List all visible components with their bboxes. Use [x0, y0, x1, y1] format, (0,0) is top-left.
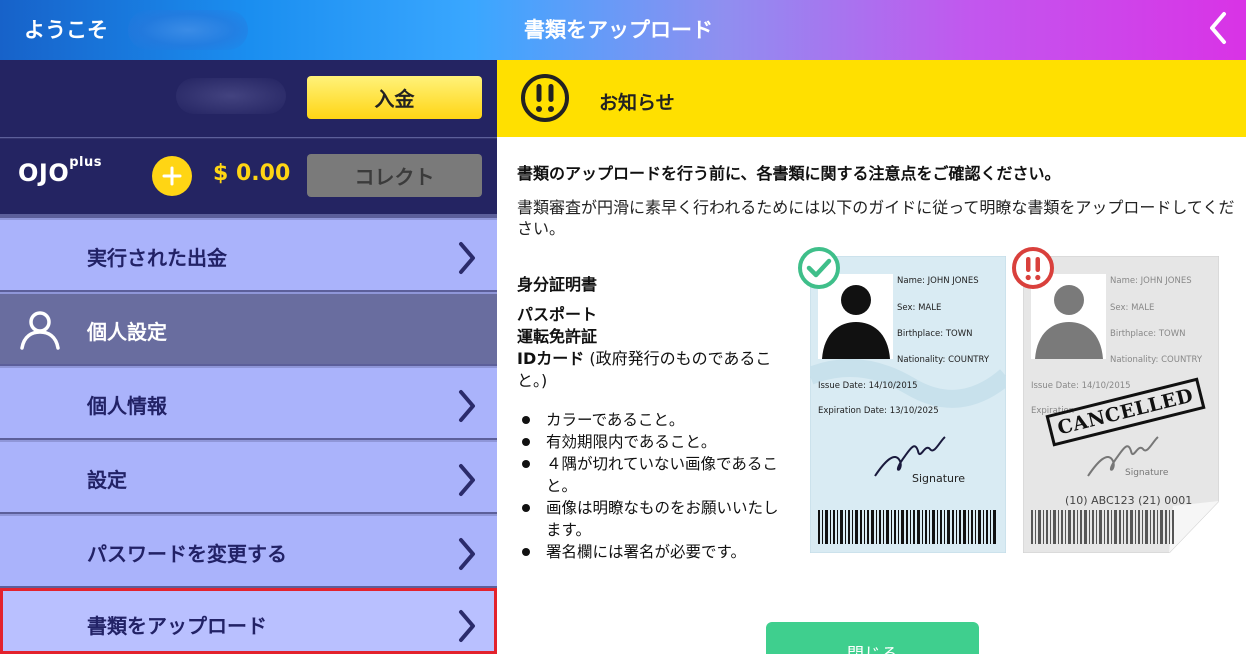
top-header: ようこそ 書類をアップロード: [0, 0, 1246, 60]
chevron-right-icon: [459, 242, 475, 274]
barcode: [818, 510, 996, 544]
check-icon: [798, 247, 840, 289]
balance-row: OJOplus $ 0.00 コレクト: [0, 138, 497, 214]
notice-guide: 書類審査が円滑に素早く行われるためには以下のガイドに従って明瞭な書類をアップロー…: [517, 198, 1235, 238]
menu-item-settings[interactable]: 設定: [0, 440, 497, 512]
balance-amount: $ 0.00: [213, 161, 291, 186]
id-nationality-field: Nationality: COUNTRY: [897, 355, 990, 365]
notice-panel: お知らせ 書類のアップロードを行う前に、各書類に関する注意点をご確認ください。 …: [497, 60, 1246, 654]
close-button[interactable]: 閉じる: [766, 622, 979, 654]
menu-item-withdrawals[interactable]: 実行された出金: [0, 218, 497, 290]
valid-id-example: Name: JOHN JONES Sex: MALE Birthplace: T…: [810, 256, 1006, 553]
ojo-plus-logo: OJOplus: [18, 155, 102, 187]
notice-bar: お知らせ: [497, 60, 1246, 137]
menu-item-change-password[interactable]: パスワードを変更する: [0, 514, 497, 586]
id-birthplace-field: Birthplace: TOWN: [1110, 329, 1186, 339]
person-icon: [20, 311, 60, 350]
list-item: 署名欄には署名が必要です。: [517, 541, 789, 563]
deposit-row: 入金: [0, 60, 497, 137]
menu-section-personal-settings: 個人設定: [0, 292, 497, 364]
id-name-field: Name: JOHN JONES: [1110, 276, 1192, 286]
notice-intro: 書類のアップロードを行う前に、各書類に関する注意点をご確認ください。: [517, 164, 1061, 183]
id-issue-date: Issue Date: 14/10/2015: [1031, 381, 1131, 391]
warning-icon: [1012, 247, 1054, 289]
chevron-right-icon: [459, 390, 475, 422]
collect-button[interactable]: コレクト: [307, 154, 482, 197]
doc-heading: 身分証明書: [517, 275, 598, 294]
menu-item-label: 設定: [87, 468, 127, 492]
id-name-field: Name: JOHN JONES: [897, 276, 979, 286]
id-card-number: (10) ABC123 (21) 0001: [1065, 494, 1193, 507]
menu-item-label: 個人情報: [87, 394, 167, 418]
doc-license: 運転免許証: [517, 327, 598, 346]
menu-section-label: 個人設定: [87, 320, 167, 344]
id-issue-date: Issue Date: 14/10/2015: [818, 381, 918, 391]
welcome-text: ようこそ: [24, 18, 108, 42]
deposit-button[interactable]: 入金: [307, 76, 482, 119]
blurred-balance: [176, 78, 286, 114]
chevron-right-icon: [459, 538, 475, 570]
signature-label: Signature: [912, 472, 966, 485]
menu-item-upload-documents[interactable]: 書類をアップロード: [0, 588, 497, 654]
requirements-list: カラーであること。 有効期限内であること。 ４隅が切れていない画像であること。 …: [517, 409, 789, 563]
id-nationality-field: Nationality: COUNTRY: [1110, 355, 1203, 365]
signature-label: Signature: [1125, 468, 1169, 478]
id-birthplace-field: Birthplace: TOWN: [897, 329, 973, 339]
invalid-id-example: Name: JOHN JONES Sex: MALE Birthplace: T…: [1023, 256, 1219, 553]
plus-icon[interactable]: [152, 156, 192, 196]
id-sex-field: Sex: MALE: [897, 303, 942, 313]
id-sex-field: Sex: MALE: [1110, 303, 1155, 313]
id-expiry-date: Expiration Date: 13/10/2025: [818, 406, 939, 416]
doc-id: IDカード: [517, 349, 585, 368]
chevron-left-icon[interactable]: [1200, 8, 1236, 48]
menu-item-label: 実行された出金: [87, 246, 227, 270]
chevron-right-icon: [459, 464, 475, 496]
exclamation-icon: [521, 74, 569, 122]
list-item: 画像は明瞭なものをお願いいたします。: [517, 497, 789, 541]
menu-item-personal-info[interactable]: 個人情報: [0, 366, 497, 438]
chevron-right-icon: [459, 610, 475, 642]
sidebar: 入金 OJOplus $ 0.00 コレクト 実行された出金 個人設定 個人情報…: [0, 60, 497, 654]
list-item: 有効期限内であること。: [517, 431, 789, 453]
list-item: ４隅が切れていない画像であること。: [517, 453, 789, 497]
blurred-username: [128, 10, 248, 50]
notice-title: お知らせ: [599, 92, 675, 114]
barcode: [1031, 510, 1174, 544]
page-title: 書類をアップロード: [524, 18, 713, 42]
menu-item-label: 書類をアップロード: [87, 614, 267, 638]
menu-item-label: パスワードを変更する: [87, 542, 287, 566]
doc-types: パスポート 運転免許証 IDカード (政府発行のものであること。): [517, 304, 787, 392]
doc-passport: パスポート: [517, 305, 598, 324]
list-item: カラーであること。: [517, 409, 789, 431]
